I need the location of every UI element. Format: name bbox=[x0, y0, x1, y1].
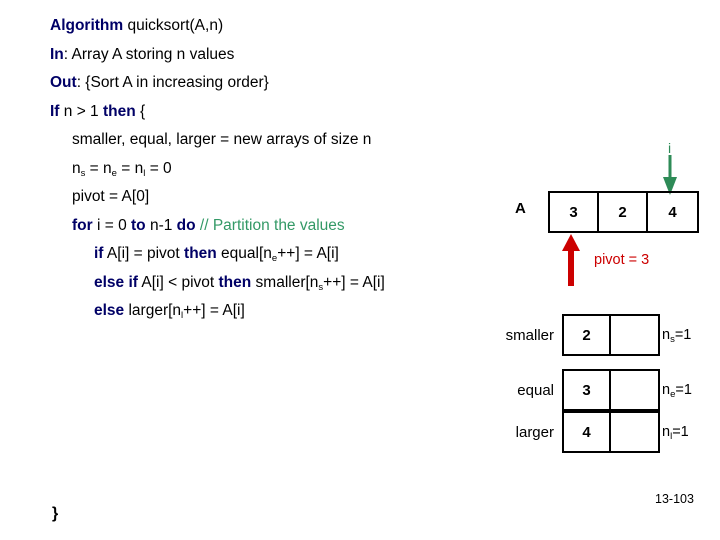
pseudocode-text: quicksort(A,n) bbox=[123, 17, 224, 34]
pseudocode-keyword: do bbox=[176, 216, 196, 234]
bucket-cell bbox=[611, 413, 658, 451]
array-a-cell: 3 bbox=[550, 193, 599, 231]
closing-brace: } bbox=[52, 505, 59, 522]
array-a-cell: 4 bbox=[668, 203, 677, 221]
pseudocode-text: { bbox=[135, 102, 146, 120]
pseudocode-subscript: s bbox=[80, 167, 86, 179]
pseudocode-text: ++] = A[i] bbox=[323, 273, 385, 291]
pseudocode-text: i = 0 bbox=[92, 216, 132, 234]
pseudocode-keyword: then bbox=[184, 245, 217, 262]
pseudocode-line: for i = 0 to n-1 do // Partition the val… bbox=[50, 212, 520, 241]
pseudocode-subscript: e bbox=[271, 253, 278, 264]
pseudocode-text: A[i] < pivot bbox=[137, 273, 219, 291]
bucket-row-equal: equal 3 ne=1 bbox=[470, 369, 720, 411]
pseudocode-text: n > 1 bbox=[59, 102, 103, 120]
bucket-cells: 2 bbox=[562, 314, 660, 356]
count-subscript: s bbox=[670, 334, 675, 345]
pseudocode-comment: // Partition the values bbox=[199, 216, 345, 234]
bucket-cell bbox=[611, 371, 658, 409]
bucket-cell: 4 bbox=[564, 413, 612, 451]
pseudocode-line: else larger[nl++] = A[i] bbox=[50, 297, 520, 326]
array-a-cells: 3 2 4 bbox=[548, 191, 699, 233]
pseudocode-line: If n > 1 then { bbox=[50, 98, 520, 127]
index-variable-label: i bbox=[668, 140, 672, 156]
pseudocode-line: if A[i] = pivot then equal[ne++] = A[i] bbox=[50, 240, 520, 269]
pseudocode-keyword: Out bbox=[50, 74, 77, 91]
pseudocode-keyword: then bbox=[103, 102, 136, 120]
pseudocode-line: smaller, equal, larger = new arrays of s… bbox=[50, 126, 520, 155]
array-a-label: A bbox=[515, 200, 526, 217]
count-prefix: n bbox=[662, 382, 671, 398]
bucket-count-larger: nl=1 bbox=[660, 424, 689, 442]
bucket-cells: 3 bbox=[562, 369, 660, 411]
pseudocode-text: smaller[n bbox=[251, 273, 319, 291]
count-suffix: =1 bbox=[672, 424, 689, 440]
pseudocode-text: A[i] = pivot bbox=[103, 245, 185, 262]
count-subscript: e bbox=[670, 389, 676, 400]
count-prefix: n bbox=[662, 327, 671, 343]
pseudocode-subscript: l bbox=[181, 310, 184, 321]
pseudocode-text: = 0 bbox=[145, 159, 172, 177]
bucket-cells: 4 bbox=[562, 411, 660, 453]
pseudocode-keyword: then bbox=[218, 273, 252, 291]
count-subscript: l bbox=[670, 431, 673, 442]
pseudocode-text: n-1 bbox=[145, 216, 177, 234]
pseudocode-line: Out: {Sort A in increasing order} bbox=[50, 69, 520, 98]
pseudocode-text: = n bbox=[85, 159, 112, 177]
bucket-label: larger bbox=[515, 423, 554, 441]
pseudocode-line: pivot = A[0] bbox=[50, 183, 520, 212]
bucket-cell bbox=[611, 316, 658, 354]
pseudocode-keyword: else if bbox=[94, 273, 138, 291]
pseudocode-line: In: Array A storing n values bbox=[50, 41, 520, 70]
pseudocode-keyword: to bbox=[131, 216, 146, 234]
pseudocode-keyword: In bbox=[50, 45, 64, 63]
count-prefix: n bbox=[662, 424, 671, 440]
pseudocode-block: Algorithm quicksort(A,n) In: Array A stor… bbox=[50, 12, 520, 326]
pseudocode-keyword: Algorithm bbox=[50, 17, 124, 34]
pseudocode-subscript: e bbox=[111, 167, 117, 179]
pseudocode-line: Algorithm quicksort(A,n) bbox=[50, 12, 520, 41]
page-number: 13-103 bbox=[655, 492, 694, 506]
bucket-row-larger: larger 4 nl=1 bbox=[470, 411, 720, 453]
pseudocode-text: smaller, equal, larger = new arrays of s… bbox=[72, 131, 372, 148]
pseudocode-text: equal[n bbox=[216, 245, 272, 262]
pseudocode-line: else if A[i] < pivot then smaller[ns++] … bbox=[50, 269, 520, 298]
pseudocode-text: n bbox=[72, 159, 81, 177]
bucket-label: equal bbox=[517, 381, 554, 399]
bucket-label: smaller bbox=[505, 326, 554, 344]
bucket-cell: 2 bbox=[564, 316, 612, 354]
count-suffix: =1 bbox=[675, 382, 692, 398]
bucket-count-equal: ne=1 bbox=[660, 382, 692, 400]
pseudocode-text: : {Sort A in increasing order} bbox=[76, 74, 269, 91]
bucket-cell: 3 bbox=[564, 371, 612, 409]
pseudocode-text: ++] = A[i] bbox=[277, 245, 339, 262]
pseudocode-text: : Array A storing n values bbox=[63, 45, 235, 63]
pseudocode-text: = n bbox=[116, 159, 144, 177]
pseudocode-keyword: else bbox=[94, 302, 125, 319]
pseudocode-subscript: s bbox=[318, 281, 324, 293]
slide-canvas: Algorithm quicksort(A,n) In: Array A stor… bbox=[0, 0, 720, 540]
pivot-up-arrow-icon bbox=[562, 234, 580, 291]
count-suffix: =1 bbox=[674, 327, 692, 343]
pseudocode-text: pivot = A[0] bbox=[72, 188, 150, 205]
pseudocode-line: ns = ne = nl = 0 bbox=[50, 155, 520, 184]
pivot-value-label: pivot = 3 bbox=[594, 252, 650, 268]
bucket-count-smaller: ns=1 bbox=[660, 327, 692, 345]
pseudocode-text: ++] = A[i] bbox=[183, 302, 245, 319]
bucket-row-smaller: smaller 2 ns=1 bbox=[470, 314, 720, 356]
pseudocode-keyword: for bbox=[72, 216, 93, 234]
array-a-cell: 2 bbox=[599, 193, 648, 231]
pseudocode-text: larger[n bbox=[124, 302, 182, 319]
